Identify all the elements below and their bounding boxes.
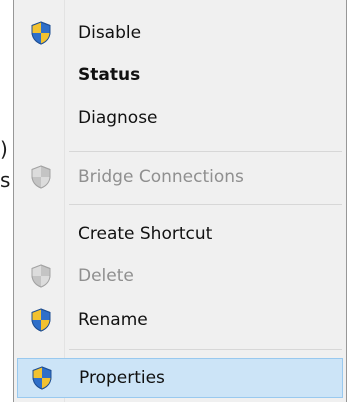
uac-shield-icon <box>31 264 51 288</box>
menu-item-label: Diagnose <box>78 108 158 128</box>
menu-item-label: Delete <box>78 266 134 286</box>
uac-shield-icon <box>31 308 51 332</box>
menu-item-status[interactable]: Status <box>17 56 343 94</box>
menu-item-properties[interactable]: Properties <box>17 358 343 398</box>
uac-shield-icon <box>32 366 52 390</box>
menu-item-delete[interactable]: Delete <box>17 257 343 295</box>
uac-shield-icon <box>31 165 51 189</box>
menu-item-diagnose[interactable]: Diagnose <box>17 99 343 137</box>
menu-separator <box>69 204 342 205</box>
menu-separator <box>69 151 342 152</box>
menu-item-label: Disable <box>78 23 142 43</box>
menu-item-bridge-connections[interactable]: Bridge Connections <box>17 158 343 196</box>
background-text-fragment: s <box>0 168 11 192</box>
uac-shield-icon <box>31 21 51 45</box>
menu-separator <box>69 349 342 350</box>
screen: ) s Disable Status Diagnose Bridge Conne… <box>0 0 349 402</box>
background-text-fragment: ) <box>0 137 8 161</box>
menu-item-label: Create Shortcut <box>78 224 213 244</box>
menu-item-label: Bridge Connections <box>78 167 244 187</box>
menu-item-rename[interactable]: Rename <box>17 301 343 339</box>
menu-item-create-shortcut[interactable]: Create Shortcut <box>17 215 343 253</box>
menu-item-label: Properties <box>79 368 165 388</box>
menu-item-disable[interactable]: Disable <box>17 14 343 52</box>
menu-item-label: Status <box>78 65 141 85</box>
menu-item-label: Rename <box>78 310 148 330</box>
context-menu: Disable Status Diagnose Bridge Connectio… <box>13 0 347 402</box>
